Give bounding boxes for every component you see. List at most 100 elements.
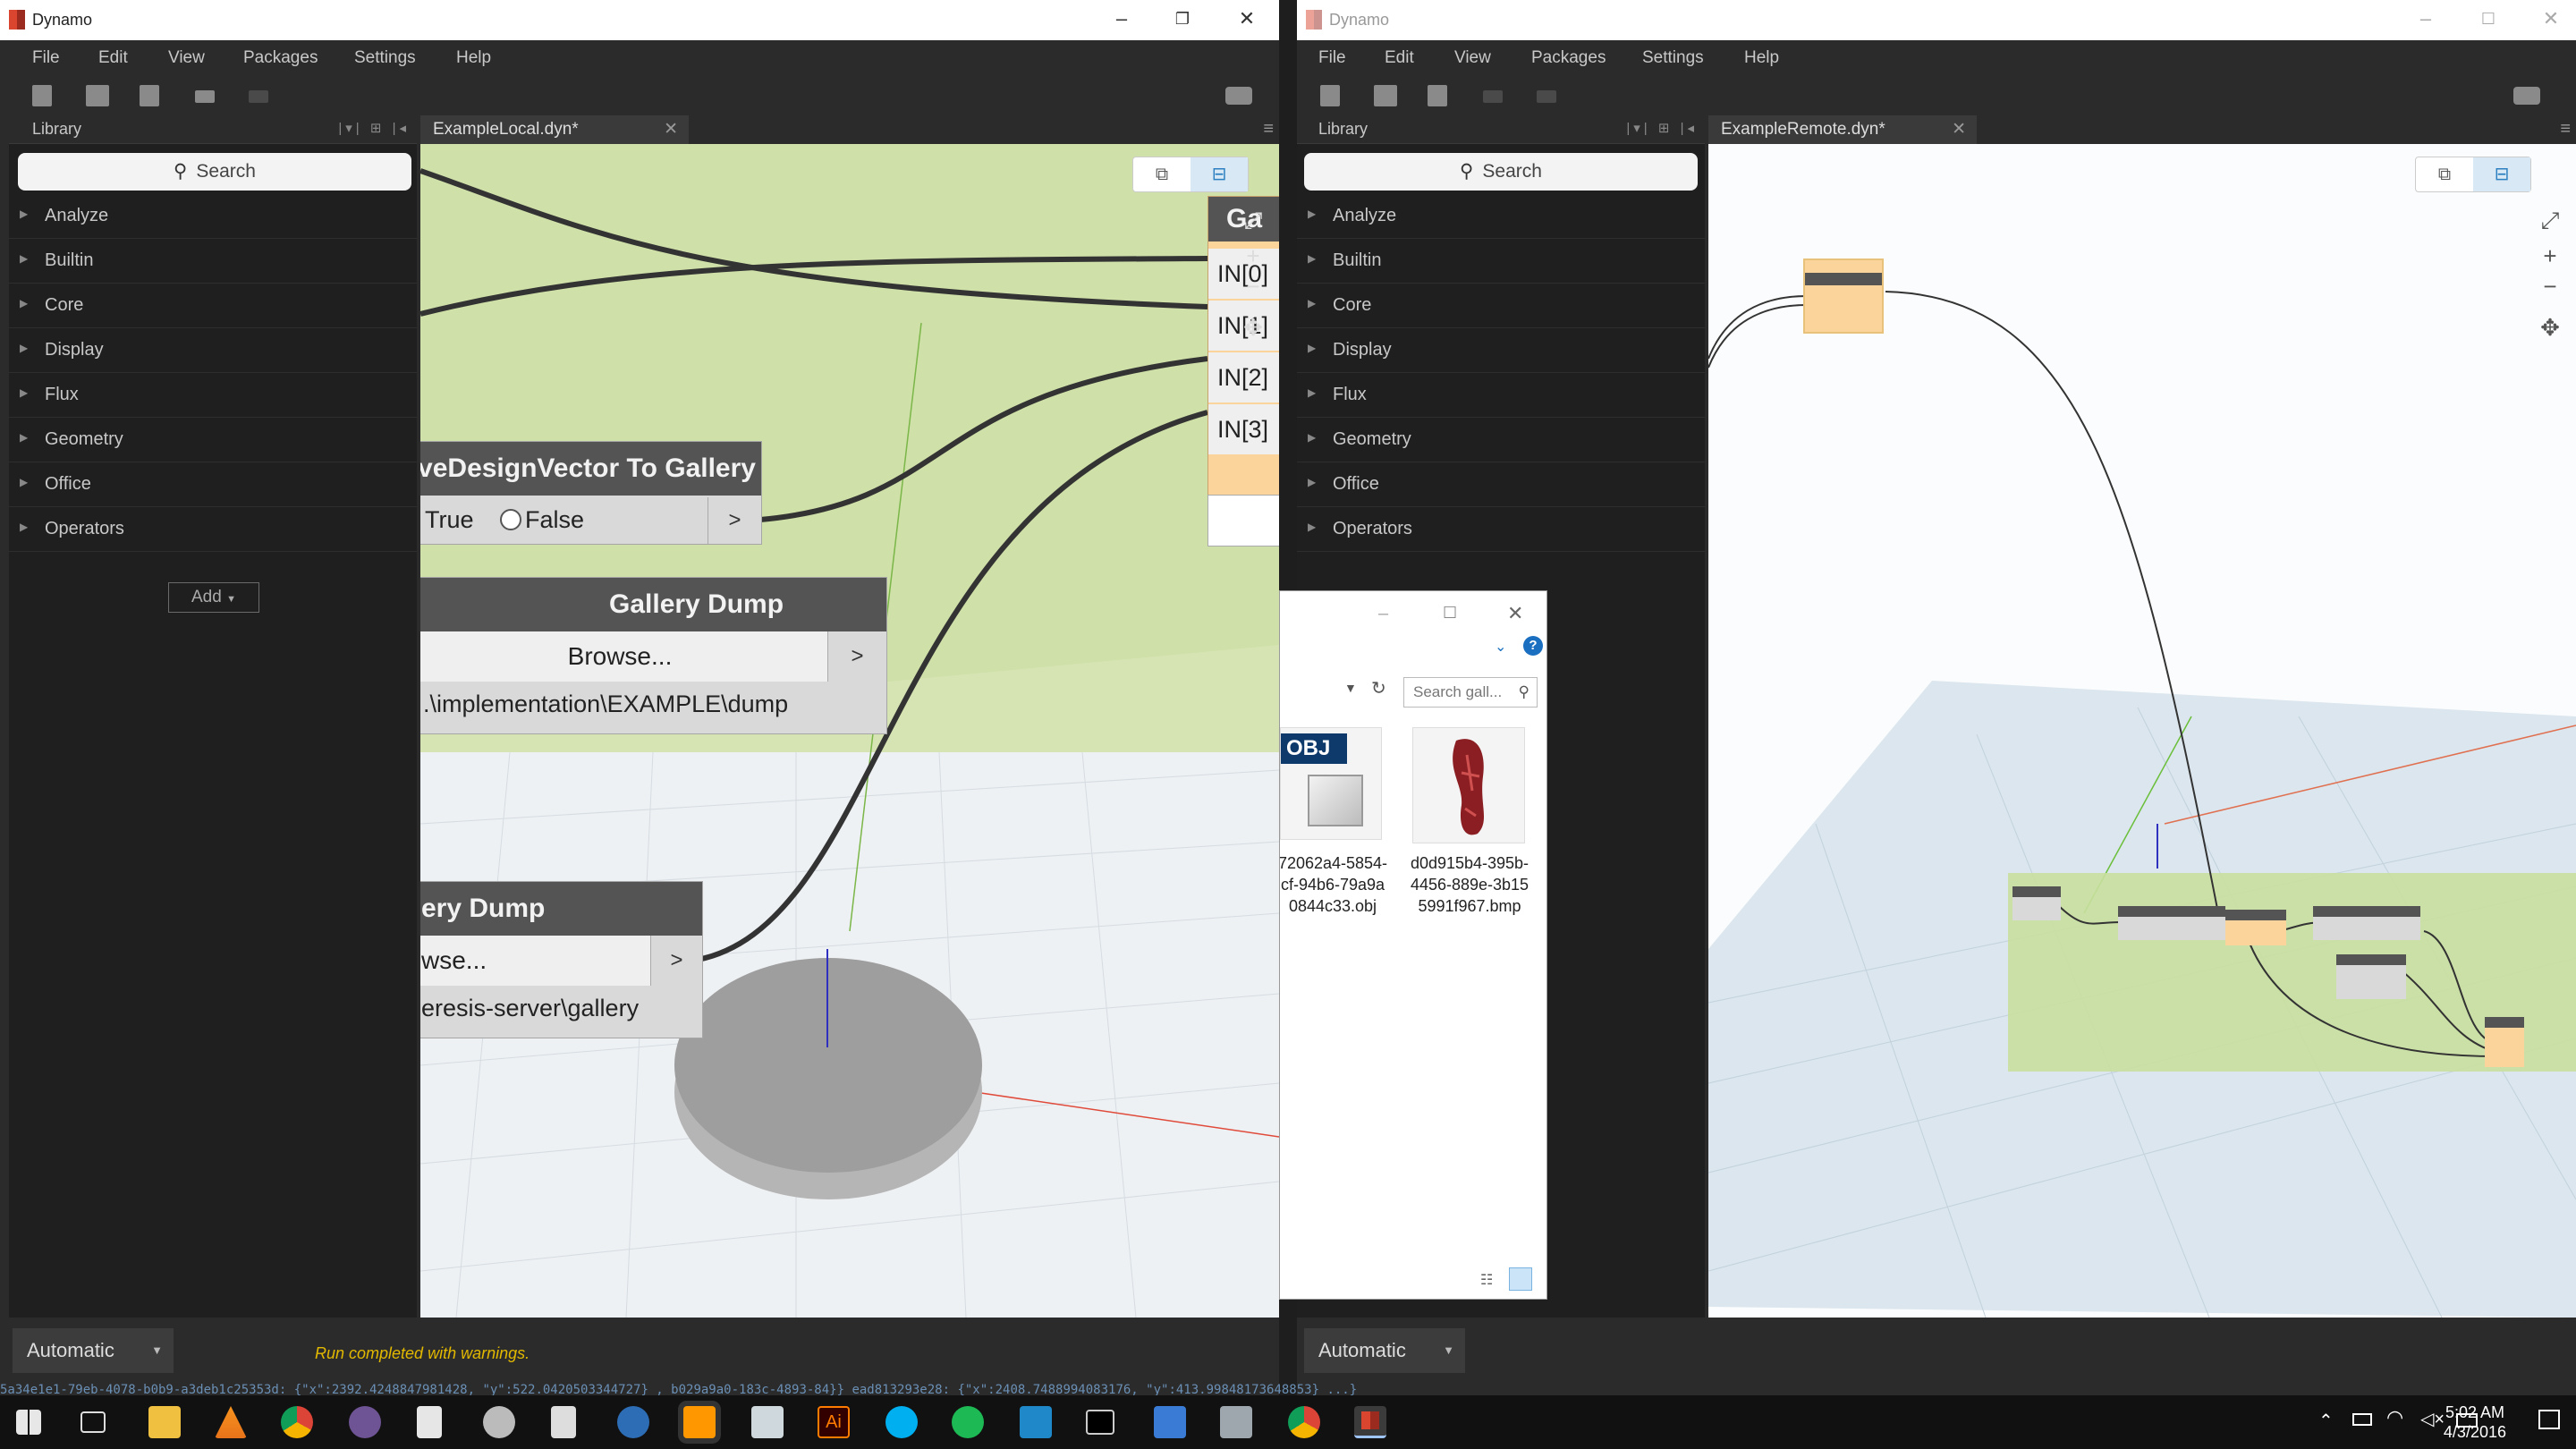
library-item-builtin[interactable]: ▶ Builtin [1297, 239, 1705, 284]
library-item-display[interactable]: ▶ Display [9, 328, 417, 373]
workspace-canvas[interactable]: ⧉ ⊟ ⤢ + − ✥ [1708, 144, 2576, 1318]
menu-packages[interactable]: Packages [243, 48, 318, 68]
undo-icon[interactable] [1483, 90, 1503, 103]
library-item-builtin[interactable]: ▶ Builtin [9, 239, 417, 284]
taskbar-clock[interactable]: 5:02 AM 4/3/2016 [2444, 1402, 2506, 1442]
snipping-icon[interactable] [751, 1406, 784, 1438]
radio-true[interactable]: True [425, 506, 474, 534]
save-icon[interactable] [140, 85, 159, 106]
task-view-icon[interactable] [80, 1411, 106, 1433]
redo-icon[interactable] [1537, 90, 1556, 103]
minimize-icon[interactable]: – [2408, 7, 2444, 30]
fit-view-icon[interactable]: ⤢ [1240, 207, 1267, 233]
sublime-icon[interactable] [683, 1406, 716, 1438]
settings-gear-icon[interactable] [1020, 1406, 1052, 1438]
network-drive-icon[interactable] [1220, 1406, 1252, 1438]
skype-icon[interactable] [886, 1406, 918, 1438]
library-search[interactable]: ⚲ Search [1304, 153, 1698, 191]
chrome-icon[interactable] [281, 1406, 313, 1438]
menu-settings[interactable]: Settings [1642, 48, 1704, 68]
menu-edit[interactable]: Edit [1385, 48, 1414, 68]
close-tab-icon[interactable]: ✕ [664, 115, 678, 144]
save-icon[interactable] [1428, 85, 1447, 106]
new-file-icon[interactable] [32, 85, 52, 106]
graph-view-icon[interactable]: ⊟ [1191, 157, 1248, 191]
library-item-geometry[interactable]: ▶ Geometry [1297, 418, 1705, 462]
zoom-in-icon[interactable]: + [2537, 242, 2563, 269]
outlook-icon[interactable] [617, 1406, 649, 1438]
menu-help[interactable]: Help [456, 48, 491, 68]
library-item-flux[interactable]: ▶ Flux [9, 373, 417, 418]
library-search[interactable]: ⚲ Search [18, 153, 411, 191]
volume-icon[interactable]: ◁× [2420, 1408, 2445, 1430]
input-port-2[interactable]: IN[2] [1208, 352, 1279, 402]
menu-view[interactable]: View [1454, 48, 1491, 68]
menu-view[interactable]: View [168, 48, 205, 68]
camera-icon[interactable] [2513, 87, 2540, 105]
zoom-out-icon[interactable]: − [1240, 273, 1267, 300]
file-name-obj[interactable]: 72062a4-5854- cf-94b6-79a9a 0844c33.obj [1280, 852, 1391, 917]
tray-chevron-icon[interactable]: ⌃ [2318, 1410, 2334, 1432]
library-controls-icon[interactable]: |▾| ⊞ |◂ [338, 120, 410, 136]
pan-icon[interactable]: ✥ [1240, 314, 1267, 341]
undo-icon[interactable] [195, 90, 215, 103]
maximize-icon[interactable]: ☐ [2470, 10, 2506, 29]
remote-node-4[interactable] [2313, 906, 2420, 940]
graph-view-icon[interactable]: ⊟ [2473, 157, 2530, 191]
illustrator-icon[interactable]: Ai [818, 1406, 850, 1438]
remote-node-1[interactable] [2012, 886, 2061, 920]
notepad-icon[interactable] [417, 1406, 442, 1438]
tab-example-remote[interactable]: ExampleRemote.dyn* ✕ [1708, 115, 1977, 144]
remote-node-2[interactable] [2118, 906, 2225, 940]
remote-node-6[interactable] [2485, 1017, 2524, 1067]
remote-node-watch[interactable] [1803, 258, 1884, 334]
open-file-icon[interactable] [1374, 85, 1397, 106]
menu-file[interactable]: File [32, 48, 60, 68]
menu-help[interactable]: Help [1744, 48, 1779, 68]
tab-menu-icon[interactable]: ≡ [1263, 119, 1274, 140]
geometry-view-icon[interactable]: ⧉ [1133, 157, 1191, 191]
refresh-icon[interactable]: ↻ [1371, 677, 1386, 699]
node-output-port[interactable]: > [650, 936, 702, 986]
fit-view-icon[interactable]: ⤢ [2537, 207, 2563, 233]
spotify-icon[interactable] [952, 1406, 984, 1438]
title-bar[interactable]: Dynamo – ❐ ✕ [0, 0, 1279, 40]
library-item-flux[interactable]: ▶ Flux [1297, 373, 1705, 418]
library-item-core[interactable]: ▶ Core [9, 284, 417, 328]
gallery-dump-node[interactable]: Gallery Dump Browse... > .\implementatio… [420, 577, 887, 734]
browse-button[interactable]: Browse... [420, 631, 827, 682]
zoom-in-icon[interactable]: + [1240, 242, 1267, 269]
library-item-office[interactable]: ▶ Office [9, 462, 417, 507]
new-file-icon[interactable] [1320, 85, 1340, 106]
library-item-analyze[interactable]: ▶ Analyze [9, 194, 417, 239]
input-port-3[interactable]: IN[3] [1208, 404, 1279, 454]
library-item-geometry[interactable]: ▶ Geometry [9, 418, 417, 462]
run-mode-select[interactable]: Automatic ▼ [1304, 1328, 1465, 1373]
node-output-port[interactable]: > [827, 631, 886, 682]
chevron-down-icon[interactable]: ⌄ [1495, 638, 1506, 656]
zoom-out-icon[interactable]: − [2537, 273, 2563, 300]
battery-icon[interactable] [2352, 1413, 2372, 1426]
close-icon[interactable]: ✕ [1229, 7, 1265, 30]
menu-edit[interactable]: Edit [98, 48, 128, 68]
large-icons-view-icon[interactable] [1509, 1267, 1532, 1291]
file-thumbnail-obj[interactable]: OBJ [1280, 727, 1382, 840]
close-icon[interactable]: ✕ [2533, 7, 2569, 30]
menu-settings[interactable]: Settings [354, 48, 416, 68]
calculator-icon[interactable] [551, 1406, 576, 1438]
browse-button[interactable]: wse... [420, 936, 650, 986]
pan-icon[interactable]: ✥ [2537, 314, 2563, 341]
redo-icon[interactable] [249, 90, 268, 103]
wifi-icon[interactable]: ◠ [2386, 1406, 2403, 1429]
file-explorer-icon[interactable] [148, 1406, 181, 1438]
terminal-icon[interactable] [1086, 1410, 1114, 1435]
radio-false[interactable]: False [500, 506, 584, 534]
minimize-icon[interactable]: – [1104, 7, 1140, 30]
remote-node-3[interactable] [2225, 910, 2286, 945]
notifications-icon[interactable] [2538, 1410, 2560, 1429]
run-mode-select[interactable]: Automatic ▼ [13, 1328, 174, 1373]
remote-node-5[interactable] [2336, 954, 2406, 999]
windows-start-icon[interactable] [16, 1410, 41, 1435]
github-icon[interactable] [349, 1406, 381, 1438]
tools-icon[interactable] [483, 1406, 515, 1438]
